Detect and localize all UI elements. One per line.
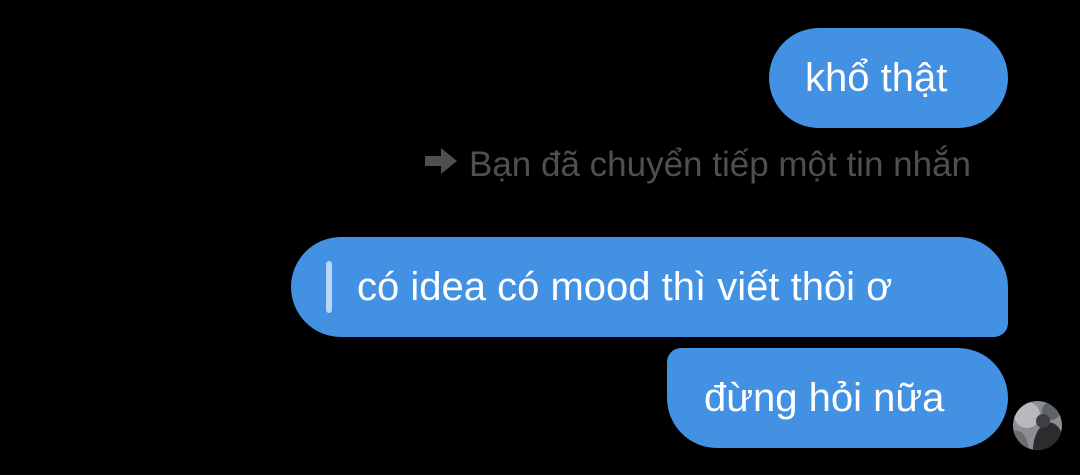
forward-quote-bar [326, 261, 332, 313]
message-bubble-sent[interactable]: khổ thật [769, 28, 1008, 128]
user-avatar[interactable] [1013, 401, 1062, 450]
message-text: đừng hỏi nữa [704, 376, 945, 420]
forward-arrow-icon [423, 142, 459, 186]
forward-notice-text: Bạn đã chuyển tiếp một tin nhắn [468, 145, 971, 184]
forwarded-message-bubble[interactable]: có idea có mood thì viết thôi ơ [291, 237, 1008, 337]
forward-notice: Bạn đã chuyển tiếp một tin nhắn [359, 143, 971, 187]
message-text: khổ thật [805, 56, 948, 100]
message-text: có idea có mood thì viết thôi ơ [357, 265, 893, 309]
message-bubble-sent[interactable]: đừng hỏi nữa [667, 348, 1008, 448]
